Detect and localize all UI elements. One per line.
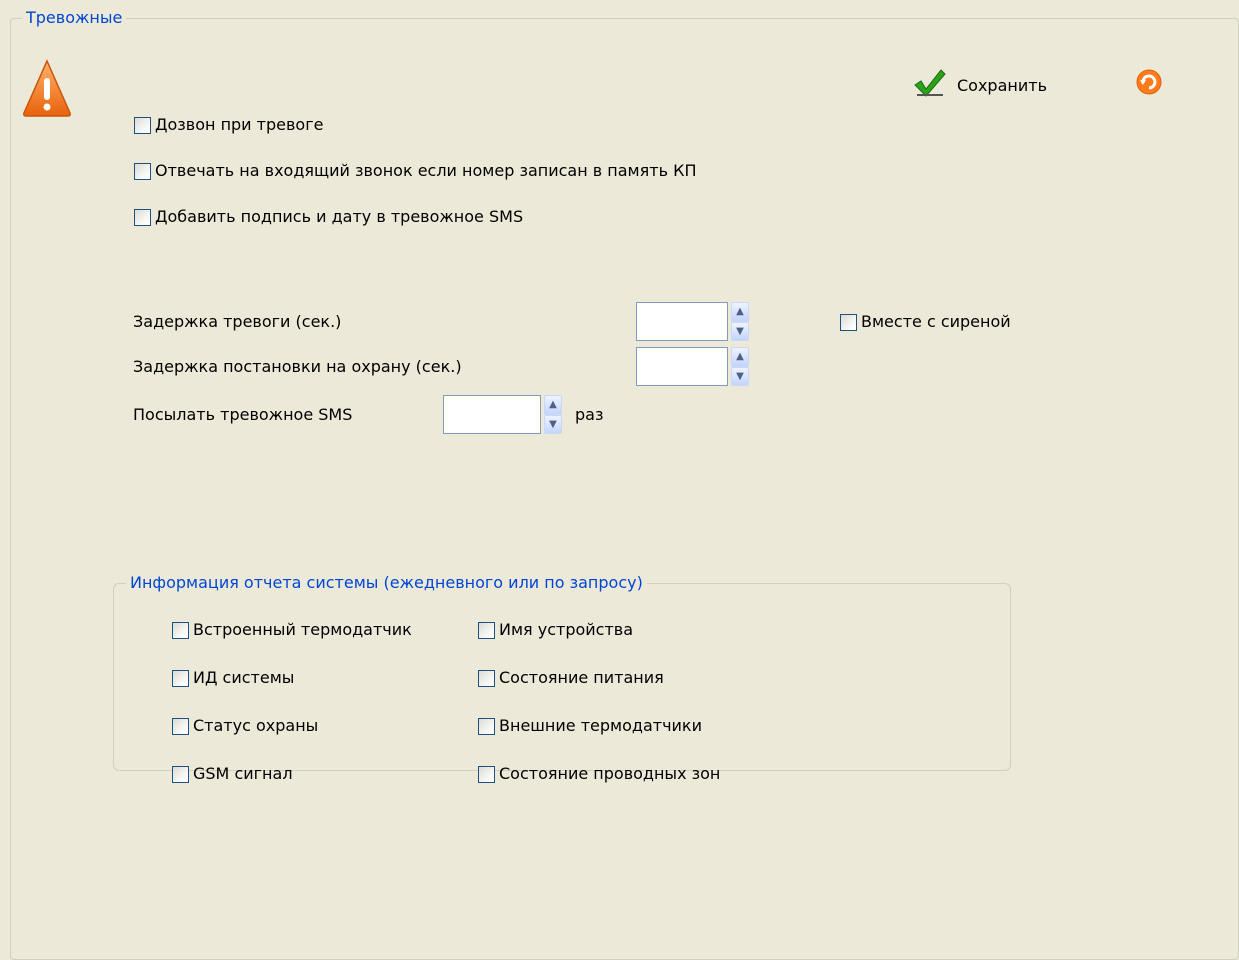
- refresh-button[interactable]: [1133, 66, 1165, 98]
- report-item[interactable]: Статус охраны: [172, 716, 412, 736]
- report-item[interactable]: Имя устройства: [478, 620, 720, 640]
- add-signature-label: Добавить подпись и дату в тревожное SMS: [155, 207, 524, 226]
- alarm-delay-input[interactable]: [636, 302, 728, 341]
- report-item-label: Внешние термодатчики: [499, 716, 702, 735]
- alarm-delay-spinner: ▲ ▼: [636, 302, 749, 341]
- dial-on-alarm-row[interactable]: Дозвон при тревоге: [134, 115, 323, 135]
- report-item[interactable]: Состояние питания: [478, 668, 720, 688]
- with-siren-row[interactable]: Вместе с сиреной: [840, 312, 1011, 332]
- arming-delay-spinner: ▲ ▼: [636, 347, 749, 386]
- report-item-label: Имя устройства: [499, 620, 634, 639]
- dial-on-alarm-label: Дозвон при тревоге: [155, 115, 324, 134]
- report-checkbox[interactable]: [172, 765, 189, 783]
- report-item-label: Состояние проводных зон: [499, 764, 721, 783]
- alarm-delay-down-button[interactable]: ▼: [731, 321, 749, 341]
- report-item-label: GSM сигнал: [193, 764, 293, 783]
- dial-on-alarm-checkbox[interactable]: [134, 116, 151, 134]
- report-item-label: Встроенный термодатчик: [193, 620, 412, 639]
- sms-count-spinner: ▲ ▼ раз: [443, 395, 603, 434]
- report-checkbox[interactable]: [172, 717, 189, 735]
- report-item[interactable]: GSM сигнал: [172, 764, 412, 784]
- report-checkbox[interactable]: [478, 621, 495, 639]
- arming-delay-up-button[interactable]: ▲: [731, 347, 749, 367]
- arming-delay-input[interactable]: [636, 347, 728, 386]
- report-checkbox[interactable]: [478, 669, 495, 687]
- sms-count-up-button[interactable]: ▲: [544, 395, 562, 415]
- report-item[interactable]: Встроенный термодатчик: [172, 620, 412, 640]
- add-signature-row[interactable]: Добавить подпись и дату в тревожное SMS: [134, 207, 523, 227]
- save-label: Сохранить: [957, 75, 1047, 95]
- add-signature-checkbox[interactable]: [134, 208, 151, 226]
- report-item-label: ИД системы: [193, 668, 295, 687]
- report-checkbox[interactable]: [172, 621, 189, 639]
- alarm-delay-spin-buttons: ▲ ▼: [731, 302, 749, 341]
- with-siren-checkbox[interactable]: [840, 313, 857, 331]
- warning-icon: [22, 58, 72, 118]
- with-siren-label: Вместе с сиреной: [861, 312, 1011, 331]
- report-item-label: Статус охраны: [193, 716, 319, 735]
- sms-count-input[interactable]: [443, 395, 541, 434]
- save-button[interactable]: Сохранить: [913, 68, 1047, 102]
- sms-count-down-button[interactable]: ▼: [544, 414, 562, 434]
- groupbox-title: Тревожные: [22, 9, 127, 27]
- arming-delay-label: Задержка постановки на охрану (сек.): [133, 357, 462, 376]
- sms-count-suffix: раз: [575, 405, 604, 424]
- alarm-groupbox: [10, 18, 1239, 960]
- answer-incoming-label: Отвечать на входящий звонок если номер з…: [155, 161, 697, 180]
- report-item[interactable]: Внешние термодатчики: [478, 716, 720, 736]
- report-item[interactable]: Состояние проводных зон: [478, 764, 720, 784]
- report-right-column: Имя устройства Состояние питания Внешние…: [478, 620, 720, 784]
- alarm-delay-label: Задержка тревоги (сек.): [133, 312, 342, 331]
- report-checkbox[interactable]: [478, 765, 495, 783]
- report-groupbox-title: Информация отчета системы (ежедневного и…: [126, 574, 647, 592]
- arming-delay-spin-buttons: ▲ ▼: [731, 347, 749, 386]
- checkmark-icon: [913, 68, 947, 102]
- arming-delay-down-button[interactable]: ▼: [731, 366, 749, 386]
- sms-count-spin-buttons: ▲ ▼: [544, 395, 562, 434]
- alarm-delay-up-button[interactable]: ▲: [731, 302, 749, 322]
- answer-incoming-checkbox[interactable]: [134, 162, 151, 180]
- report-checkbox[interactable]: [172, 669, 189, 687]
- report-item[interactable]: ИД системы: [172, 668, 412, 688]
- sms-count-label: Посылать тревожное SMS: [133, 405, 353, 424]
- report-item-label: Состояние питания: [499, 668, 664, 687]
- report-left-column: Встроенный термодатчик ИД системы Статус…: [172, 620, 412, 784]
- report-checkbox[interactable]: [478, 717, 495, 735]
- refresh-icon: [1133, 69, 1165, 102]
- answer-incoming-row[interactable]: Отвечать на входящий звонок если номер з…: [134, 161, 696, 181]
